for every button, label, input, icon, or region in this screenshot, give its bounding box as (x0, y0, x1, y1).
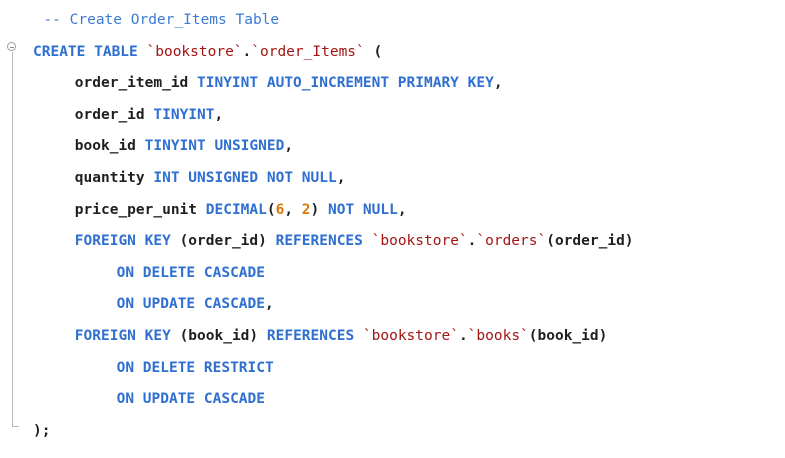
code-token-identifier: , (284, 201, 302, 218)
code-token-identifier: order_id (74, 106, 154, 123)
code-line[interactable]: -- Create Order_Items Table (43, 4, 279, 36)
code-token-number: 2 (301, 201, 311, 218)
code-token-identifier: (book_id) (528, 328, 608, 344)
code-token-keyword: ON DELETE RESTRICT (116, 359, 274, 376)
code-token-string: `books` (467, 328, 529, 344)
fold-guide-end (12, 426, 19, 427)
code-token-identifier: (book_id) (179, 328, 267, 344)
code-line[interactable]: ); (33, 415, 50, 447)
code-token-keyword: REFERENCES (266, 328, 363, 344)
code-token-keyword: CREATE TABLE (33, 43, 147, 60)
code-token-identifier: book_id (74, 138, 145, 155)
code-token-keyword: ON UPDATE CASCADE (116, 296, 265, 313)
code-token-keyword: NOT NULL (328, 201, 398, 218)
code-token-keyword: DECIMAL (205, 201, 267, 218)
code-token-identifier: , (284, 138, 294, 155)
code-token-identifier: ( (266, 201, 276, 218)
code-token-identifier: ( (364, 43, 383, 60)
code-line[interactable]: book_id TINYINT UNSIGNED, (75, 130, 293, 162)
code-token-string: `orders` (476, 233, 547, 250)
code-token-identifier: ) (310, 201, 328, 218)
code-token-keyword: TINYINT AUTO_INCREMENT PRIMARY KEY (197, 75, 494, 92)
code-token-string: `order_Items` (251, 43, 365, 60)
code-token-identifier: price_per_unit (74, 201, 206, 218)
code-token-keyword: FOREIGN KEY (74, 328, 180, 344)
code-line[interactable]: order_item_id TINYINT AUTO_INCREMENT PRI… (75, 67, 503, 99)
code-token-identifier: , (397, 201, 407, 218)
code-line[interactable]: ON DELETE CASCADE (117, 257, 265, 289)
code-token-string: `bookstore` (362, 328, 459, 344)
code-token-identifier: , (336, 170, 346, 186)
code-line[interactable]: price_per_unit DECIMAL(6, 2) NOT NULL, (75, 194, 407, 226)
code-token-keyword: FOREIGN KEY (74, 233, 180, 250)
code-line[interactable]: ON UPDATE CASCADE, (117, 288, 274, 320)
code-token-identifier: order_item_id (74, 75, 198, 92)
code-token-identifier: . (242, 43, 252, 60)
fold-guide-line (12, 52, 13, 427)
code-token-identifier: . (458, 328, 468, 344)
code-token-identifier: ); (33, 422, 51, 439)
code-line[interactable]: order_id TINYINT, (75, 99, 223, 131)
code-token-keyword: TINYINT (153, 106, 215, 123)
code-line[interactable]: ON DELETE RESTRICT (117, 352, 274, 384)
code-token-identifier: (order_id) (546, 233, 634, 250)
code-token-keyword: TINYINT UNSIGNED (144, 138, 285, 155)
code-line[interactable]: CREATE TABLE `bookstore`.`order_Items` ( (33, 36, 382, 68)
code-token-keyword: ON UPDATE CASCADE (116, 391, 265, 408)
code-line[interactable]: FOREIGN KEY (order_id) REFERENCES `books… (75, 225, 634, 257)
code-token-string: `bookstore` (146, 43, 243, 60)
code-token-keyword: INT UNSIGNED NOT NULL (153, 170, 337, 186)
code-token-identifier: quantity (74, 170, 154, 186)
fold-collapse-icon[interactable] (7, 42, 16, 51)
code-token-string: `bookstore` (371, 233, 468, 250)
code-line[interactable]: FOREIGN KEY (book_id) REFERENCES `bookst… (75, 320, 608, 352)
code-token-identifier: , (265, 296, 274, 313)
code-line[interactable]: quantity INT UNSIGNED NOT NULL, (75, 162, 346, 194)
code-token-identifier: , (214, 106, 224, 123)
code-token-keyword: ON DELETE CASCADE (116, 264, 265, 281)
code-editor[interactable]: -- Create Order_Items Table CREATE TABLE … (0, 0, 785, 458)
code-token-identifier: (order_id) (179, 233, 276, 250)
code-token-keyword: REFERENCES (275, 233, 372, 250)
code-token-identifier: , (493, 75, 503, 92)
code-token-comment: -- Create Order_Items Table (43, 12, 280, 28)
code-line[interactable]: ON UPDATE CASCADE (117, 383, 265, 415)
